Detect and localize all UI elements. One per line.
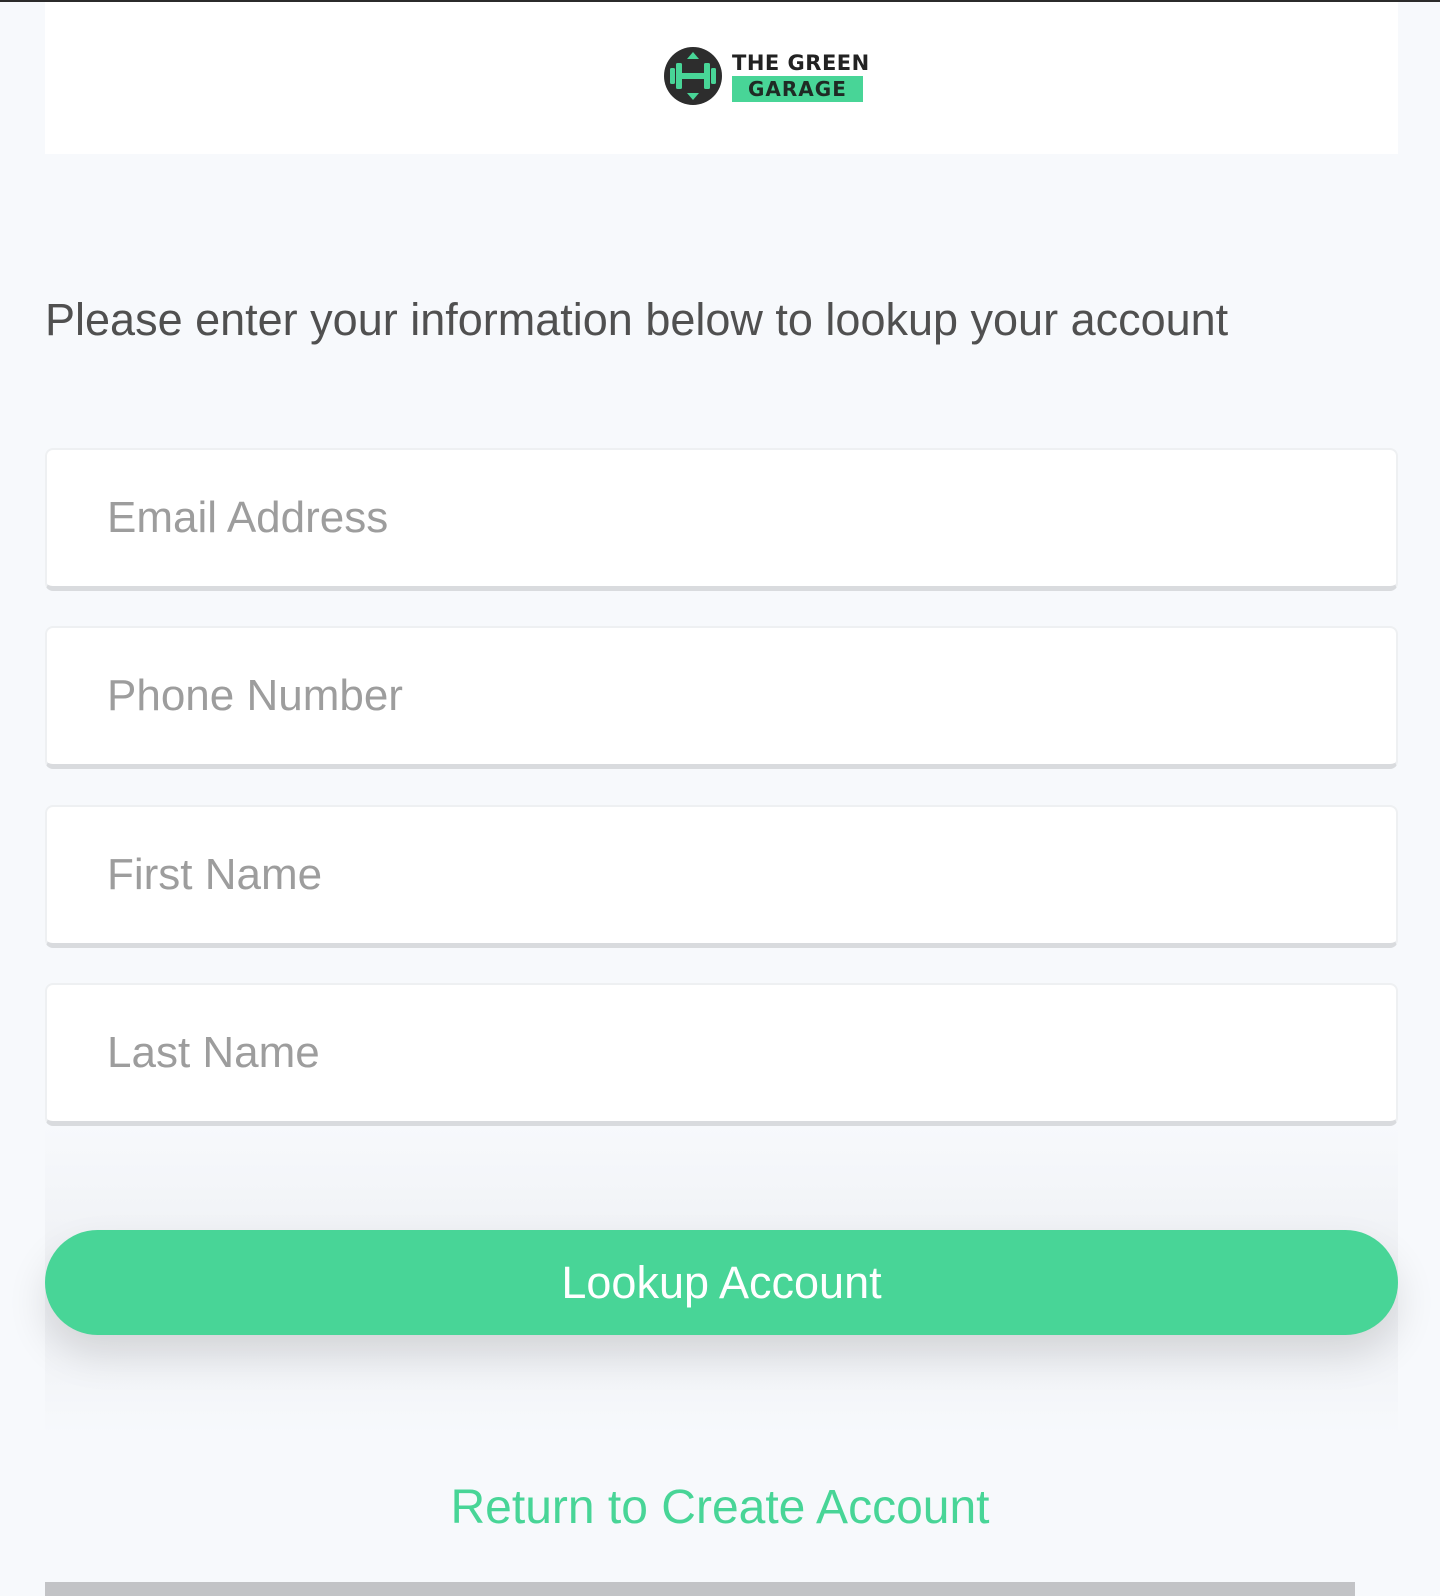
dumbbell-logo-icon — [664, 47, 722, 105]
bottom-scrollbar[interactable] — [45, 1582, 1355, 1596]
brand-logo[interactable]: THE GREEN GARAGE — [664, 47, 870, 105]
first-name-field[interactable] — [45, 805, 1398, 948]
header: THE GREEN GARAGE — [45, 2, 1398, 154]
brand-name-line2: GARAGE — [732, 75, 863, 102]
last-name-field[interactable] — [45, 983, 1398, 1126]
brand-name-line1: THE GREEN — [732, 50, 870, 75]
lookup-account-button[interactable]: Lookup Account — [45, 1230, 1398, 1335]
page-instructions: Please enter your information below to l… — [45, 294, 1229, 345]
phone-field[interactable] — [45, 626, 1398, 769]
brand-wordmark: THE GREEN GARAGE — [732, 51, 870, 102]
return-to-create-account-link[interactable]: Return to Create Account — [0, 1478, 1440, 1538]
email-field[interactable] — [45, 448, 1398, 591]
